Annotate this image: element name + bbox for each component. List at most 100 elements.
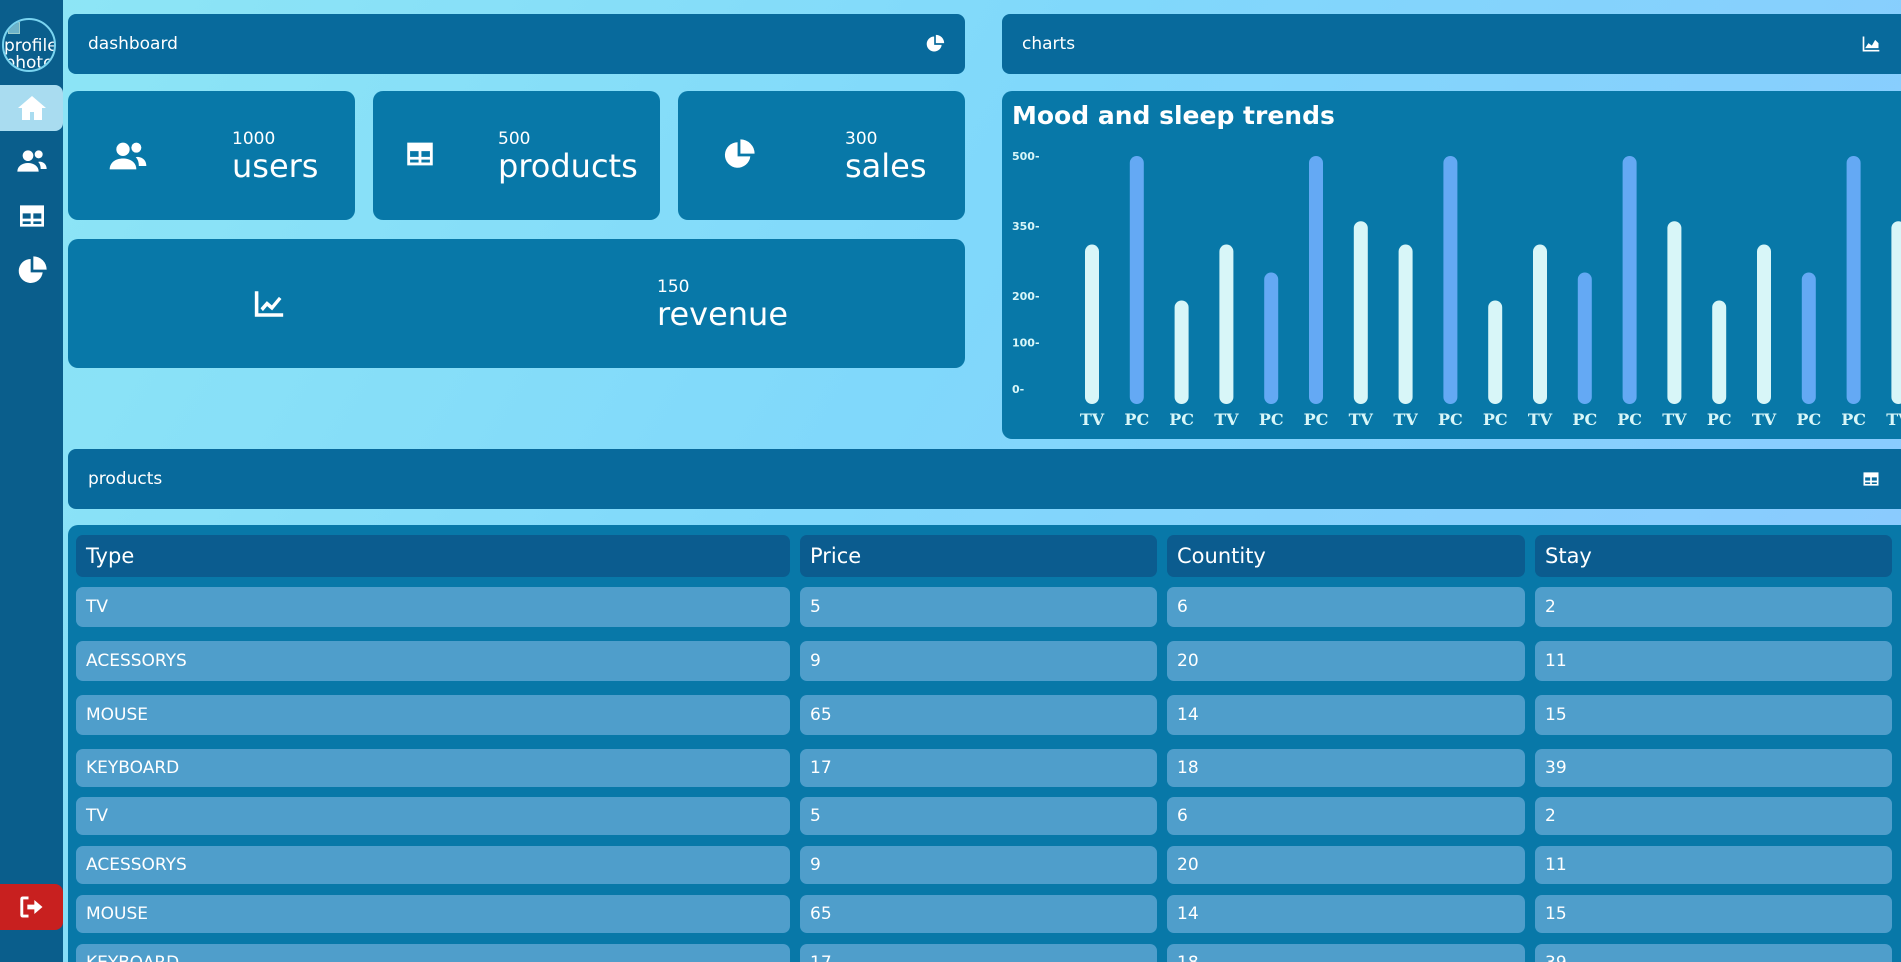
table-cell: 6 [1167,797,1525,835]
table-icon [19,205,44,227]
table-cell: 17 [800,944,1157,962]
pie-chart-icon [722,138,756,176]
chart-bar[interactable] [1129,156,1144,404]
chart-bar[interactable] [1622,156,1637,404]
products-table: Type Price Countity Stay TV 5 6 2 ACESSORYS 9 20 11… [68,525,1901,962]
sidebar-item-products[interactable] [0,193,63,239]
x-tick-label: PC [1124,410,1149,429]
table-cell: 20 [1167,846,1525,884]
chart-bar[interactable] [1443,156,1458,404]
stat-label: sales [845,147,927,185]
table-header-cell[interactable]: Price [800,535,1157,577]
broken-image-icon [8,22,20,34]
products-header: products [68,449,1901,509]
chart-bar[interactable] [1577,272,1592,405]
table-cell: MOUSE [76,695,790,735]
table-cell: 5 [800,797,1157,835]
table-cell: 18 [1167,749,1525,787]
table-cell: 15 [1535,695,1892,735]
stat-card-sales[interactable]: 300 sales [678,91,965,220]
sidebar-item-users[interactable] [0,138,63,184]
table-cell: 11 [1535,846,1892,884]
y-tick-label: 200- [1012,290,1040,303]
stat-card-revenue[interactable]: 150 revenue [68,239,965,368]
table-header-cell[interactable]: Type [76,535,790,577]
stat-value: 500 [498,129,531,149]
x-tick-label: PC [1304,410,1329,429]
chart-bar[interactable] [1085,244,1099,404]
chart-bar[interactable] [1488,300,1503,404]
sidebar-item-home[interactable] [0,85,63,131]
charts-header: charts [1002,14,1901,74]
x-tick-label: TV [1393,410,1418,429]
charts-title: charts [1022,34,1076,54]
x-tick-label: PC [1707,410,1732,429]
x-tick-label: TV [1214,410,1239,429]
x-tick-label: TV [1886,410,1901,429]
x-tick-label: TV [1528,410,1553,429]
chart-bar[interactable] [1219,244,1234,404]
table-cell: 39 [1535,749,1892,787]
chart-bar[interactable] [1712,300,1727,404]
table-cell: 9 [800,641,1157,681]
x-tick-label: PC [1796,410,1821,429]
dashboard-title: dashboard [88,34,178,54]
x-tick-label: PC [1259,410,1284,429]
chart-bar[interactable] [1801,272,1816,405]
x-tick-label: TV [1080,410,1105,429]
bar-chart: 500- 350- 200- 100- 0- TV PC PC TV PC PC TV TV PC PC TV… [1012,150,1901,429]
pie-chart-icon [18,256,47,283]
users-icon [108,139,148,177]
stat-card-users[interactable]: 1000 users [68,91,355,220]
chart-bar[interactable] [1264,272,1279,405]
chart-bar[interactable] [1891,221,1901,404]
x-tick-label: PC [1483,410,1508,429]
avatar[interactable]: profile photo [2,18,56,72]
stat-card-products[interactable]: 500 products [373,91,660,220]
dashboard-header: dashboard [68,14,965,74]
x-tick-label: PC [1572,410,1597,429]
chart-bar[interactable] [1398,244,1413,404]
sidebar: profile photo [0,0,63,962]
stat-label: users [232,147,319,185]
chart-bar[interactable] [1309,156,1323,404]
table-cell: 14 [1167,895,1525,933]
table-cell: 2 [1535,587,1892,627]
line-chart-icon [252,287,286,325]
x-tick-label: PC [1169,410,1194,429]
table-header-cell[interactable]: Countity [1167,535,1525,577]
table-cell: 39 [1535,944,1892,962]
stat-value: 150 [657,277,690,297]
chart-bar[interactable] [1846,156,1861,404]
table-cell: MOUSE [76,895,790,933]
chart-bar[interactable] [1667,221,1682,404]
sidebar-item-sales[interactable] [0,248,63,294]
chart-bar[interactable] [1174,300,1189,404]
table-cell: 2 [1535,797,1892,835]
table-cell: 65 [800,895,1157,933]
chart-bar[interactable] [1353,221,1368,404]
stat-value: 300 [845,129,878,149]
table-cell: 6 [1167,587,1525,627]
table-header-cell[interactable]: Stay [1535,535,1892,577]
table-cell: KEYBOARD [76,749,790,787]
y-tick-label: 0- [1012,383,1024,396]
y-tick-label: 500- [1012,150,1040,163]
stat-label: revenue [657,295,789,333]
chart-bar[interactable] [1757,244,1771,404]
logout-icon [19,896,42,918]
y-tick-label: 350- [1012,220,1040,233]
x-tick-label: TV [1752,410,1777,429]
table-cell: 9 [800,846,1157,884]
table-cell: TV [76,587,790,627]
x-tick-label: PC [1617,410,1642,429]
x-tick-label: TV [1349,410,1374,429]
table-cell: 15 [1535,895,1892,933]
table-cell: TV [76,797,790,835]
chart-bar[interactable] [1533,244,1547,404]
avatar-alt-text: profile photo [4,36,56,72]
pie-chart-icon [926,34,945,52]
table-icon [1863,472,1879,486]
x-tick-label: PC [1438,410,1463,429]
logout-button[interactable] [0,884,63,930]
